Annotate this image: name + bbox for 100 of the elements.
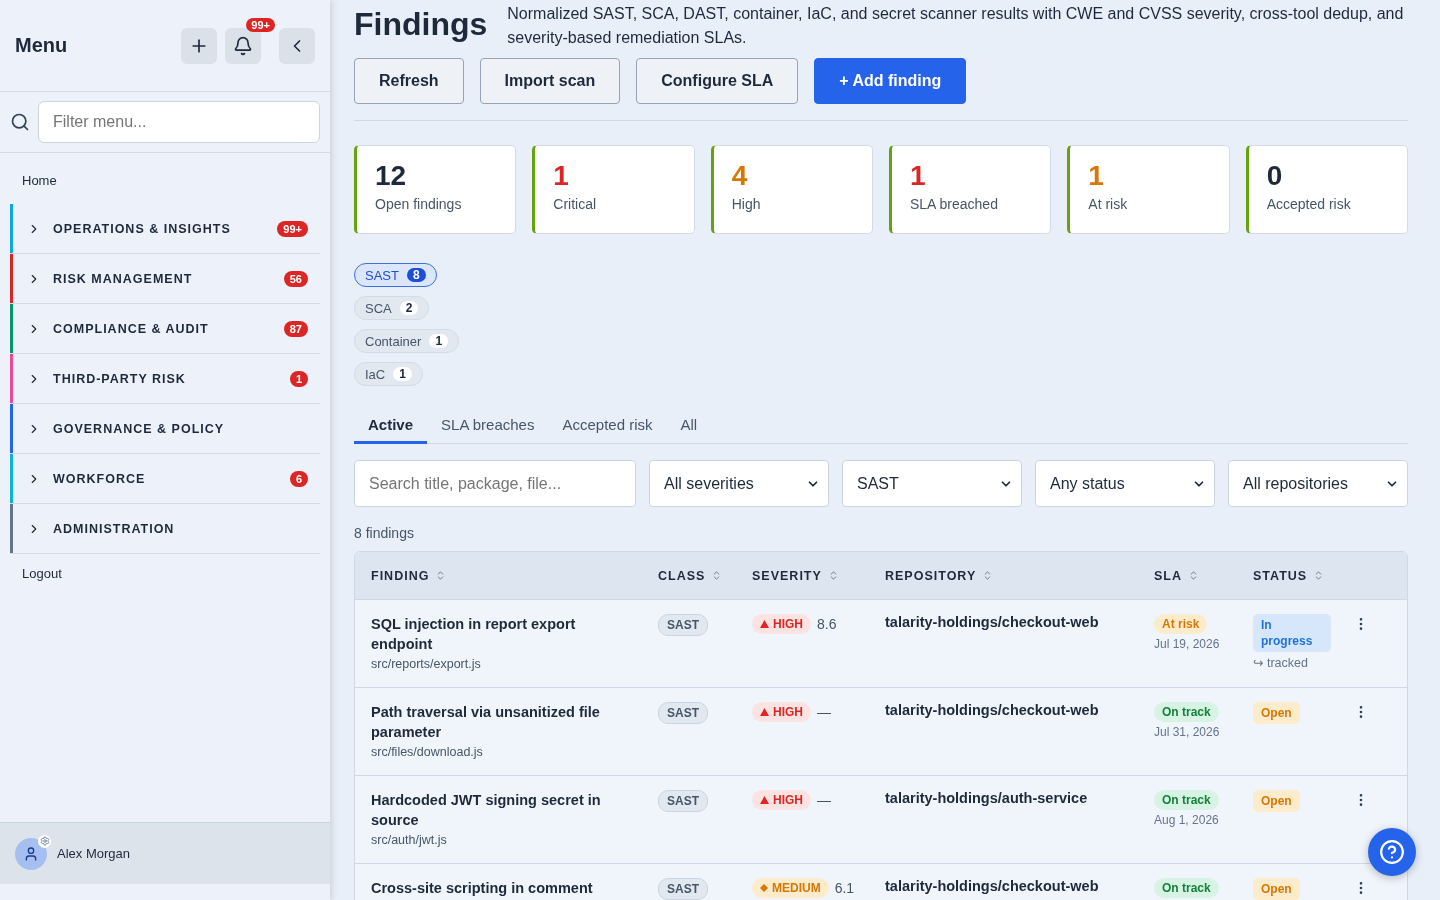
person-icon	[23, 845, 39, 862]
nav-section[interactable]: RISK MANAGEMENT 56	[10, 254, 320, 304]
search-icon	[10, 112, 30, 132]
stat-value: 4	[731, 160, 749, 192]
chip-count: 2	[399, 301, 419, 315]
filter-chip[interactable]: IaC 1	[354, 362, 423, 386]
nav-section[interactable]: OPERATIONS & INSIGHTS 99+	[10, 204, 320, 254]
search-field[interactable]: Search title, package, file...	[354, 460, 636, 507]
page-title: Findings	[354, 6, 488, 43]
chip-count: 8	[406, 268, 426, 282]
home-link[interactable]: Home	[10, 153, 320, 204]
file-path: src/files/download.js	[371, 745, 483, 759]
sla-date: Jul 31, 2026	[1154, 725, 1220, 739]
cvss-score: —	[817, 792, 831, 808]
sla-tag: At risk	[1154, 614, 1208, 634]
tab[interactable]: Accepted risk	[548, 408, 667, 444]
nav-section[interactable]: THIRD-PARTY RISK 1	[10, 354, 320, 404]
class-tag: SAST	[658, 878, 708, 900]
column-header[interactable]: FINDING	[371, 568, 658, 583]
filter-select[interactable]: Any status	[1035, 460, 1215, 507]
section-label: GOVERNANCE & POLICY	[53, 421, 226, 436]
menu-title: Menu	[15, 34, 69, 57]
repository-name: talarity-holdings/auth-service	[885, 790, 1088, 806]
action-button[interactable]: + Add finding	[814, 58, 967, 104]
column-header[interactable]: SLA	[1154, 568, 1253, 583]
file-path: src/reports/export.js	[371, 657, 481, 671]
filter-chip[interactable]: Container 1	[354, 329, 460, 353]
filter-field[interactable]: Filter menu...	[38, 101, 320, 143]
page-description: Normalized SAST, SCA, DAST, container, IaC, and secret scanner results with CWE and CVSS severity, cross-tool dedup, and severity-based remediation SLAs.	[507, 4, 1405, 48]
stat-value: 0	[1266, 160, 1284, 192]
nav-section[interactable]: COMPLIANCE & AUDIT 87	[10, 304, 320, 354]
class-tag: SAST	[658, 702, 708, 724]
nav-section[interactable]: GOVERNANCE & POLICY	[10, 404, 320, 454]
count-badge: 99+	[277, 220, 308, 237]
cvss-score: 8.6	[817, 616, 837, 632]
stat-label: SLA breached	[910, 196, 999, 212]
stat-label: Critical	[553, 196, 598, 212]
column-header[interactable]: SEVERITY	[752, 568, 885, 583]
filter-chip[interactable]: SAST 8	[354, 263, 437, 287]
notifications-button[interactable]	[225, 27, 261, 64]
filter-select[interactable]: SAST	[842, 460, 1022, 507]
filter-select[interactable]: All severities	[649, 460, 829, 507]
sla-tag: On track	[1154, 878, 1219, 898]
help-icon	[1379, 839, 1405, 865]
bell-icon	[233, 35, 253, 56]
filter-chip[interactable]: SCA 2	[354, 296, 430, 320]
warning-triangle-icon	[760, 620, 769, 628]
section-label: RISK MANAGEMENT	[53, 271, 194, 286]
cvss-score: —	[817, 704, 831, 720]
stat-value: 1	[1088, 160, 1105, 192]
user-name: Alex Morgan	[57, 846, 130, 861]
finding-title[interactable]: SQL injection in report export endpoint	[371, 614, 611, 654]
notification-badge: 99+	[246, 17, 275, 32]
stat-value: 12	[375, 160, 408, 192]
action-button[interactable]: Refresh	[354, 58, 464, 104]
severity-tag: MEDIUM	[752, 878, 829, 898]
tab[interactable]: All	[666, 408, 712, 444]
stat-label: High	[731, 196, 762, 212]
stat-label: Accepted risk	[1266, 196, 1352, 212]
column-header[interactable]: STATUS	[1253, 568, 1353, 583]
finding-title[interactable]: Cross-site scripting in comment	[371, 878, 593, 898]
action-button[interactable]: Configure SLA	[636, 58, 799, 104]
count-badge: 6	[289, 470, 308, 487]
status-tag: Open	[1253, 790, 1300, 812]
warning-triangle-icon	[760, 708, 769, 716]
repository-name: talarity-holdings/checkout-web	[885, 702, 1099, 718]
section-label: ADMINISTRATION	[53, 521, 176, 536]
action-button[interactable]: Import scan	[479, 58, 621, 104]
result-count: 8 findings	[354, 525, 415, 541]
add-button[interactable]	[181, 27, 217, 64]
nav-section[interactable]: WORKFORCE 6	[10, 454, 320, 504]
section-label: OPERATIONS & INSIGHTS	[53, 221, 232, 236]
severity-tag: HIGH	[752, 790, 811, 810]
column-header[interactable]: CLASS	[658, 568, 752, 583]
section-label: WORKFORCE	[53, 471, 147, 486]
stat-label: At risk	[1088, 196, 1129, 212]
severity-tag: HIGH	[752, 702, 811, 722]
tab[interactable]: SLA breaches	[427, 408, 549, 444]
class-tag: SAST	[658, 614, 708, 636]
status-tag: In progress	[1253, 614, 1331, 652]
repository-name: talarity-holdings/checkout-web	[885, 878, 1099, 894]
logout-link[interactable]: Logout	[10, 554, 320, 593]
filter-select[interactable]: All repositories	[1228, 460, 1408, 507]
diamond-icon	[760, 884, 768, 892]
column-header[interactable]: REPOSITORY	[885, 568, 1154, 583]
count-badge: 87	[283, 320, 308, 337]
sort-icon	[1188, 570, 1199, 581]
finding-title[interactable]: Path traversal via unsanitized file parameter	[371, 702, 611, 742]
severity-tag: HIGH	[752, 614, 811, 634]
class-tag: SAST	[658, 790, 708, 812]
finding-title[interactable]: Hardcoded JWT signing secret in source	[371, 790, 611, 830]
tab[interactable]: Active	[354, 408, 428, 444]
file-path: src/auth/jwt.js	[371, 833, 447, 847]
nav-section[interactable]: ADMINISTRATION	[10, 504, 320, 554]
status-tag: Open	[1253, 878, 1300, 900]
count-badge: 1	[289, 370, 308, 387]
sla-date: Jul 19, 2026	[1154, 637, 1220, 651]
stat-value: 1	[553, 160, 570, 192]
tracked-note: ↪ tracked	[1253, 655, 1308, 670]
section-label: COMPLIANCE & AUDIT	[53, 321, 210, 336]
